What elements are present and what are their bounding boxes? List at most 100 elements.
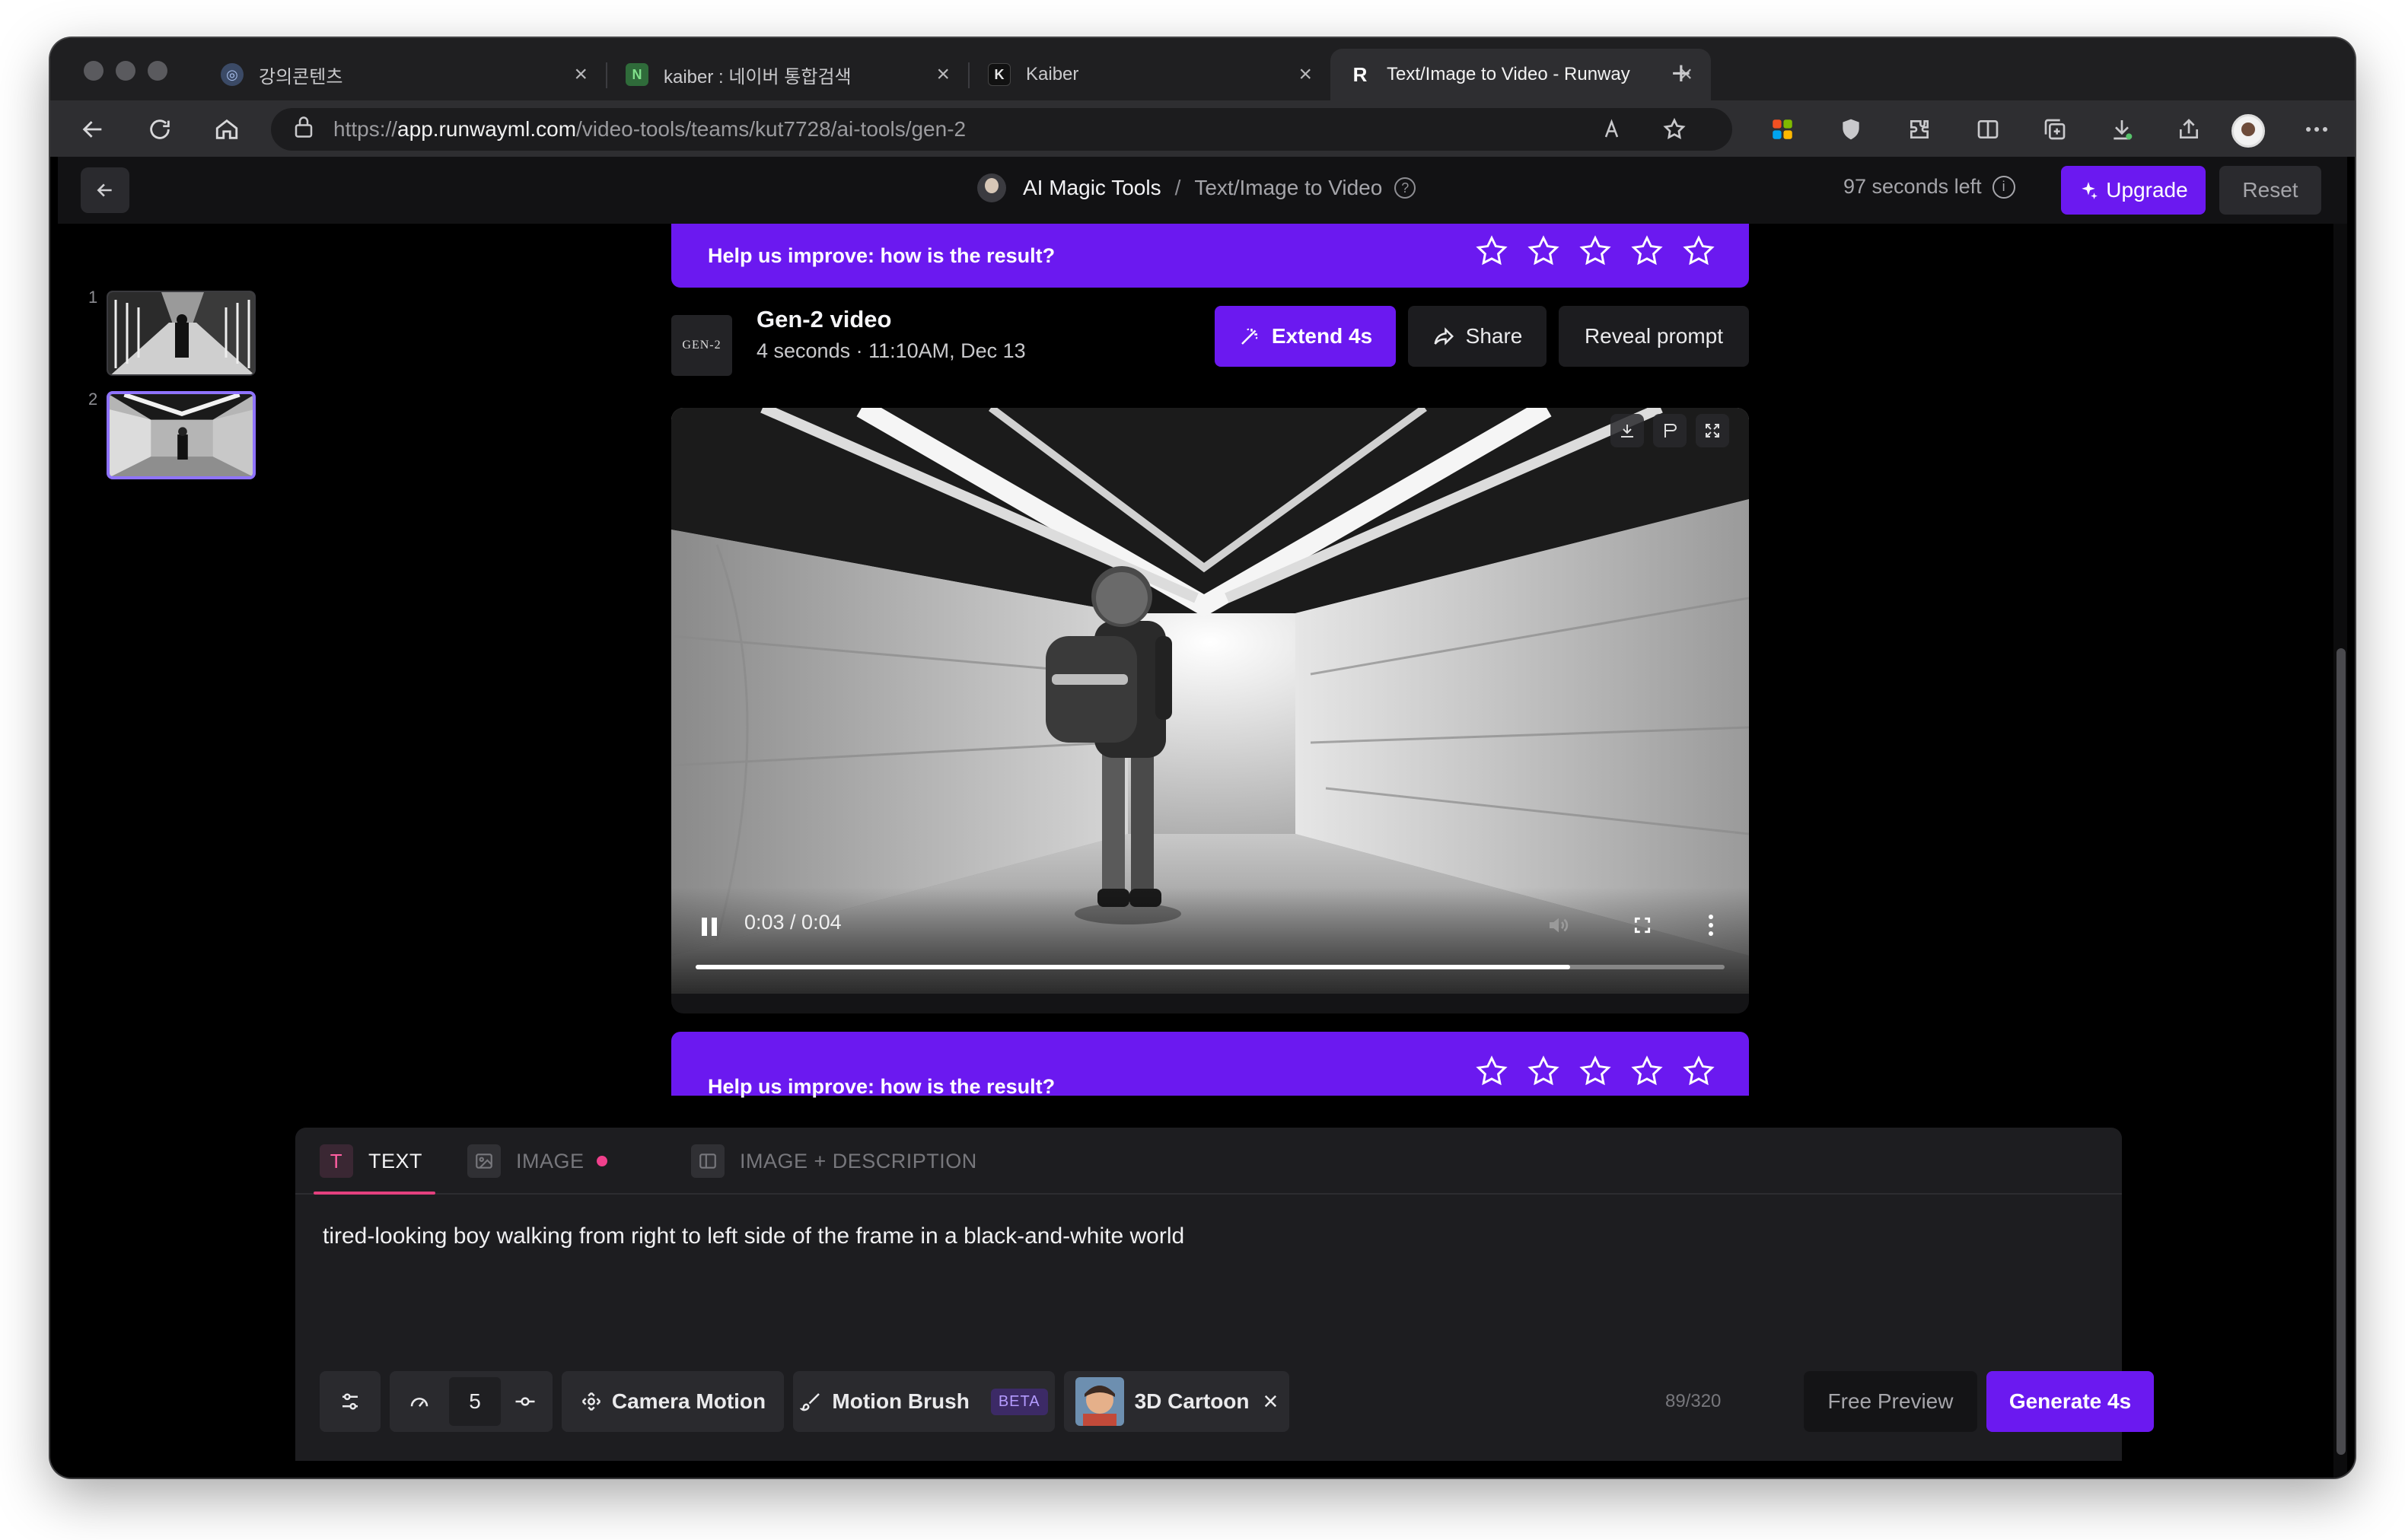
scrollbar-thumb[interactable] [2337, 648, 2346, 1455]
globe-icon: ◎ [221, 63, 244, 86]
input-mode-tabs: T TEXT IMAGE IMAGE + DESCRIPTION [295, 1128, 2122, 1195]
downloads-icon[interactable] [2104, 111, 2140, 148]
star-2-icon[interactable] [1527, 234, 1560, 268]
tab-label: IMAGE [516, 1149, 585, 1172]
tab-image-description[interactable]: IMAGE + DESCRIPTION [691, 1143, 977, 1179]
more-options-icon[interactable] [1696, 910, 1726, 940]
reveal-prompt-button[interactable]: Reveal prompt [1559, 306, 1749, 367]
star-rating [1475, 1055, 1715, 1088]
shield-icon[interactable] [1833, 111, 1869, 148]
tab-image[interactable]: IMAGE [467, 1143, 607, 1179]
browser-tab-4-active[interactable]: R Text/Image to Video - Runway × [1330, 49, 1711, 100]
maximize-window-button[interactable] [148, 61, 167, 81]
close-window-button[interactable] [84, 61, 104, 81]
video-thumbnail-2-selected[interactable] [107, 391, 256, 479]
star-5-icon[interactable] [1682, 1055, 1715, 1088]
kaiber-icon: K [988, 63, 1011, 86]
share-button[interactable]: Share [1408, 306, 1547, 367]
brush-icon [800, 1393, 820, 1411]
reload-icon[interactable] [142, 111, 178, 148]
image-description-icon [691, 1144, 725, 1178]
star-4-icon[interactable] [1630, 1055, 1664, 1088]
split-screen-icon[interactable] [1970, 111, 2006, 148]
credits-text: 97 seconds left [1843, 175, 1982, 198]
motion-brush-button[interactable]: Motion Brush BETA [793, 1371, 1055, 1432]
download-icon[interactable] [1610, 414, 1644, 447]
runway-app: AI Magic Tools / Text/Image to Video ? 9… [58, 157, 2347, 1478]
style-thumbnail [1075, 1377, 1124, 1426]
style-preset-chip[interactable]: 3D Cartoon × [1064, 1371, 1289, 1432]
address-bar[interactable]: https://app.runwayml.com/video-tools/tea… [271, 108, 1732, 151]
reset-button[interactable]: Reset [2219, 166, 2321, 215]
share-arrow-icon [1434, 327, 1454, 345]
progress-bar[interactable] [696, 965, 1725, 969]
beta-badge: BETA [990, 1388, 1048, 1415]
close-icon[interactable]: × [574, 62, 588, 88]
tab-text[interactable]: T TEXT [320, 1143, 422, 1179]
expand-icon[interactable] [1696, 414, 1729, 447]
flag-icon[interactable] [1653, 414, 1687, 447]
tab-strip: ◎ 강의콘텐츠 × N kaiber : 네이버 통합검색 × K Kaiber… [50, 38, 2355, 100]
free-preview-button[interactable]: Free Preview [1804, 1371, 1977, 1432]
remove-style-icon[interactable]: × [1263, 1387, 1279, 1417]
back-button[interactable] [81, 167, 129, 213]
tab-label: kaiber : 네이버 통합검색 [664, 66, 852, 88]
lock-icon[interactable] [294, 116, 314, 144]
generate-button[interactable]: Generate 4s [1986, 1371, 2154, 1432]
camera-motion-label: Camera Motion [611, 1389, 766, 1413]
more-menu-icon[interactable] [2298, 111, 2335, 148]
image-icon [467, 1144, 501, 1178]
character-count: 89/320 [1665, 1391, 1722, 1411]
home-icon[interactable] [209, 111, 245, 148]
fullscreen-icon[interactable] [1627, 910, 1658, 940]
profile-avatar[interactable] [2231, 114, 2265, 148]
star-1-icon[interactable] [1475, 1055, 1508, 1088]
window-controls [84, 61, 167, 81]
url-path: /video-tools/teams/kut7728/ai-tools/gen-… [576, 117, 967, 141]
prompt-textarea[interactable]: tired-looking boy walking from right to … [323, 1223, 1184, 1249]
tab-label: TEXT [368, 1149, 423, 1172]
motion-gauge-icon[interactable] [390, 1390, 449, 1413]
star-3-icon[interactable] [1578, 234, 1612, 268]
breadcrumb-separator: / [1174, 176, 1181, 199]
star-5-icon[interactable] [1682, 234, 1715, 268]
video-thumbnail-1[interactable] [107, 291, 256, 376]
close-icon[interactable]: × [1298, 62, 1312, 88]
upgrade-button[interactable]: Upgrade [2061, 166, 2206, 215]
browser-window: ◎ 강의콘텐츠 × N kaiber : 네이버 통합검색 × K Kaiber… [50, 38, 2355, 1478]
camera-motion-button[interactable]: Camera Motion [562, 1371, 784, 1432]
video-player[interactable]: 0:03 / 0:04 [671, 408, 1749, 994]
extensions-puzzle-icon[interactable] [1901, 111, 1938, 148]
back-arrow-icon[interactable] [75, 111, 111, 148]
motion-slider-icon[interactable] [501, 1390, 549, 1413]
volume-icon[interactable] [1543, 910, 1574, 940]
favorite-star-icon[interactable] [1656, 111, 1693, 148]
browser-tab-1[interactable]: ◎ 강의콘텐츠 × [202, 49, 606, 100]
motion-value[interactable]: 5 [449, 1377, 501, 1426]
settings-button[interactable] [320, 1371, 381, 1432]
browser-tab-3[interactable]: K Kaiber × [970, 49, 1330, 100]
motion-control: 5 [390, 1371, 553, 1432]
new-tab-button[interactable]: + [1671, 55, 1691, 93]
extension-colorful-icon[interactable] [1764, 111, 1801, 148]
close-icon[interactable]: × [936, 62, 950, 88]
credits-remaining: 97 seconds left i [1843, 175, 2015, 199]
extend-button[interactable]: Extend 4s [1215, 306, 1396, 367]
collections-icon[interactable] [2037, 111, 2073, 148]
thumbnail-index: 2 [88, 390, 98, 409]
star-3-icon[interactable] [1578, 1055, 1612, 1088]
breadcrumb-parent[interactable]: AI Magic Tools [1023, 176, 1161, 200]
camera-motion-icon [581, 1392, 601, 1411]
browser-tab-2[interactable]: N kaiber : 네이버 통합검색 × [607, 49, 968, 100]
help-icon[interactable]: ? [1394, 177, 1416, 199]
tab-label: Text/Image to Video - Runway [1387, 64, 1630, 84]
star-4-icon[interactable] [1630, 234, 1664, 268]
pause-icon[interactable] [699, 913, 720, 939]
read-aloud-icon[interactable] [1595, 111, 1632, 148]
minimize-window-button[interactable] [116, 61, 135, 81]
info-icon[interactable]: i [1992, 175, 2015, 199]
star-1-icon[interactable] [1475, 234, 1508, 268]
star-2-icon[interactable] [1527, 1055, 1560, 1088]
share-icon[interactable] [2171, 111, 2207, 148]
runway-icon: R [1352, 62, 1368, 86]
